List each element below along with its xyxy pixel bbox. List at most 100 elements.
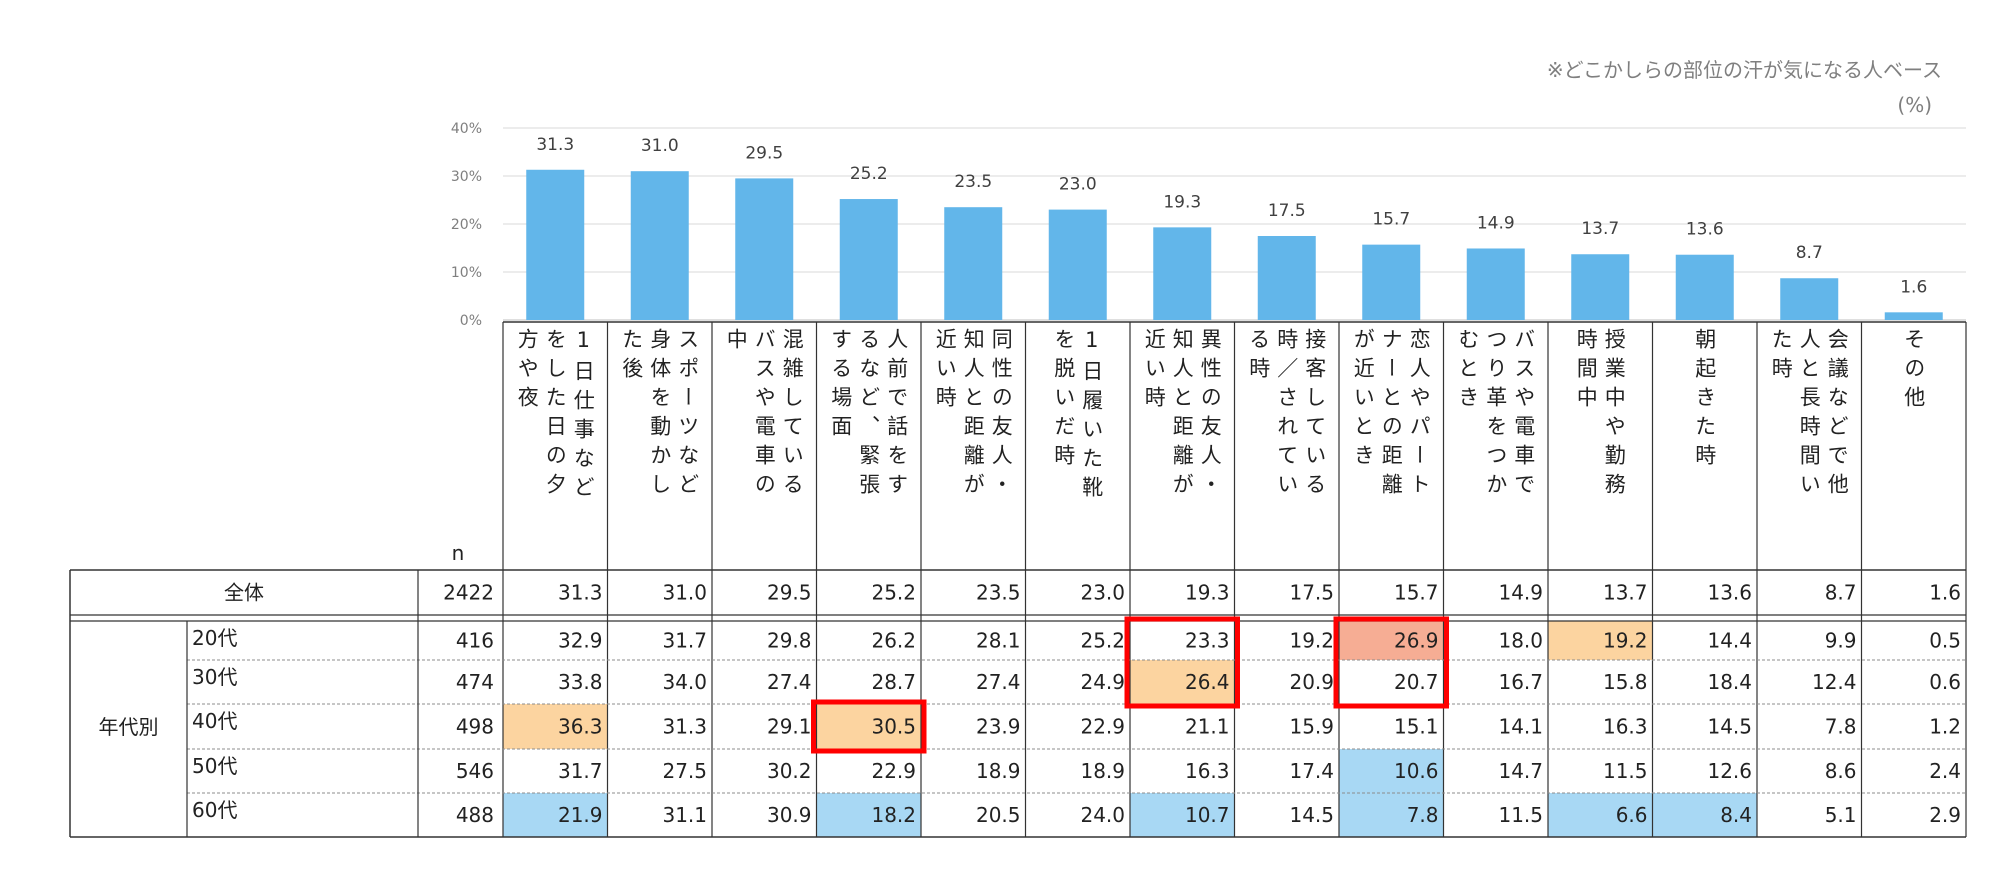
- cell-value: 23.3: [1185, 629, 1230, 653]
- column-header-line: 1日履いた靴: [1079, 328, 1104, 505]
- cell-value: 31.1: [662, 803, 707, 827]
- column-header-text: 会議などで他 人と長時間い た時: [1757, 328, 1862, 566]
- column-header-text: 人前で話をす るなど、緊張 する場面: [817, 328, 922, 566]
- column-header-line: 知人と距離が: [961, 328, 986, 502]
- n-header: n: [452, 541, 465, 565]
- cell-value: 20.9: [1289, 670, 1334, 694]
- row-n-value: 498: [456, 715, 494, 739]
- column-header-text: 混雑している バスや電車の中: [712, 328, 817, 566]
- cell-value: 10.6: [1394, 759, 1439, 783]
- column-header-line: 時／されてい: [1274, 328, 1299, 502]
- cell-value: 27.5: [662, 759, 707, 783]
- cell-value: 30.2: [767, 759, 812, 783]
- column-header-text: 朝起きた時: [1653, 328, 1758, 566]
- cell-value: 13.6: [1707, 581, 1752, 605]
- column-header-line: 接客している: [1302, 328, 1327, 502]
- cell-value: 2.4: [1929, 759, 1961, 783]
- cell-value: 36.3: [558, 715, 603, 739]
- cell-value: 24.0: [1080, 803, 1125, 827]
- cell-value: 2.9: [1929, 803, 1961, 827]
- cell-value: 31.3: [662, 715, 707, 739]
- column-header-line: 1日仕事など: [571, 328, 596, 505]
- cell-value: 11.5: [1498, 803, 1543, 827]
- column-header-text: 同性の友人・ 知人と距離が 近い時: [921, 328, 1026, 566]
- cell-value: 25.2: [1080, 629, 1125, 653]
- cell-value: 32.9: [558, 629, 603, 653]
- cell-value: 23.5: [976, 581, 1021, 605]
- row-label: 30代: [192, 665, 237, 689]
- cell-value: 28.7: [871, 670, 916, 694]
- column-header: 朝起きた時: [1653, 328, 1758, 566]
- cell-value: 17.5: [1289, 581, 1334, 605]
- row-label: 全体: [224, 581, 264, 605]
- cell-value: 1.6: [1929, 581, 1961, 605]
- cell-value: 29.8: [767, 629, 812, 653]
- cell-value: 16.3: [1185, 759, 1230, 783]
- column-header-line: その他: [1901, 328, 1926, 415]
- column-header-text: スポーツなど 身体を動かし た後: [608, 328, 713, 566]
- cell-value: 19.3: [1185, 581, 1230, 605]
- cell-value: 14.9: [1498, 581, 1543, 605]
- cell-value: 22.9: [1080, 715, 1125, 739]
- cell-value: 31.0: [662, 581, 707, 605]
- column-header-line: 人と長時間い: [1797, 328, 1822, 502]
- column-header-text: その他: [1862, 328, 1967, 566]
- column-header-line: を脱いだ時: [1051, 328, 1076, 473]
- cell-value: 30.5: [871, 715, 916, 739]
- group-label: 年代別: [99, 715, 159, 739]
- row-n-value: 488: [456, 803, 494, 827]
- cell-value: 29.1: [767, 715, 812, 739]
- cell-value: 19.2: [1603, 629, 1648, 653]
- cell-value: 16.3: [1603, 715, 1648, 739]
- cell-value: 21.9: [558, 803, 603, 827]
- column-header: 1日仕事などをした日の夕方や夜: [503, 328, 608, 566]
- cell-value: 15.1: [1394, 715, 1439, 739]
- cell-value: 18.2: [871, 803, 916, 827]
- column-header-text: 1日履いた靴 を脱いだ時: [1026, 328, 1131, 566]
- cell-value: 18.4: [1707, 670, 1752, 694]
- cell-value: 7.8: [1825, 715, 1857, 739]
- row-n-value: 416: [456, 629, 494, 653]
- column-header-line: 会議などで他: [1825, 328, 1850, 502]
- row-label: 60代: [192, 798, 237, 822]
- cell-value: 28.1: [976, 629, 1021, 653]
- column-header-line: 方や夜: [515, 328, 540, 415]
- cell-value: 13.7: [1603, 581, 1648, 605]
- cell-value: 21.1: [1185, 715, 1230, 739]
- row-n-value: 546: [456, 759, 494, 783]
- column-header: スポーツなど身体を動かした後: [608, 328, 713, 566]
- cell-value: 0.6: [1929, 670, 1961, 694]
- column-header-line: バスや電車で: [1511, 328, 1536, 502]
- cell-value: 27.4: [767, 670, 812, 694]
- column-header: その他: [1862, 328, 1967, 566]
- cell-value: 33.8: [558, 670, 603, 694]
- column-header-line: る時: [1246, 328, 1271, 386]
- column-header-line: た時: [1769, 328, 1794, 386]
- cell-value: 22.9: [871, 759, 916, 783]
- cell-value: 6.6: [1616, 803, 1648, 827]
- cell-value: 14.7: [1498, 759, 1543, 783]
- cell-value: 17.4: [1289, 759, 1334, 783]
- cell-value: 19.2: [1289, 629, 1334, 653]
- cell-value: 23.0: [1080, 581, 1125, 605]
- cell-value: 18.9: [976, 759, 1021, 783]
- cell-value: 8.6: [1825, 759, 1857, 783]
- cell-value: 10.7: [1185, 803, 1230, 827]
- column-header-line: 混雑している: [780, 328, 805, 502]
- cell-value: 27.4: [976, 670, 1021, 694]
- column-header-text: 異性の友人・ 知人と距離が 近い時: [1130, 328, 1235, 566]
- cell-value: 14.1: [1498, 715, 1543, 739]
- column-header-line: する場面: [828, 328, 853, 444]
- column-header-line: 中: [724, 328, 749, 357]
- column-header: 異性の友人・知人と距離が近い時: [1130, 328, 1235, 566]
- row-n-value: 474: [456, 670, 494, 694]
- column-header: 人前で話をするなど、緊張する場面: [817, 328, 922, 566]
- cell-value: 34.0: [662, 670, 707, 694]
- column-header-line: 身体を動かし: [647, 328, 672, 502]
- column-header-text: 1日仕事など をした日の夕 方や夜: [503, 328, 608, 566]
- cell-value: 31.7: [558, 759, 603, 783]
- cell-value: 5.1: [1825, 803, 1857, 827]
- cell-value: 9.9: [1825, 629, 1857, 653]
- column-header-line: た後: [619, 328, 644, 386]
- row-n-value: 2422: [443, 581, 494, 605]
